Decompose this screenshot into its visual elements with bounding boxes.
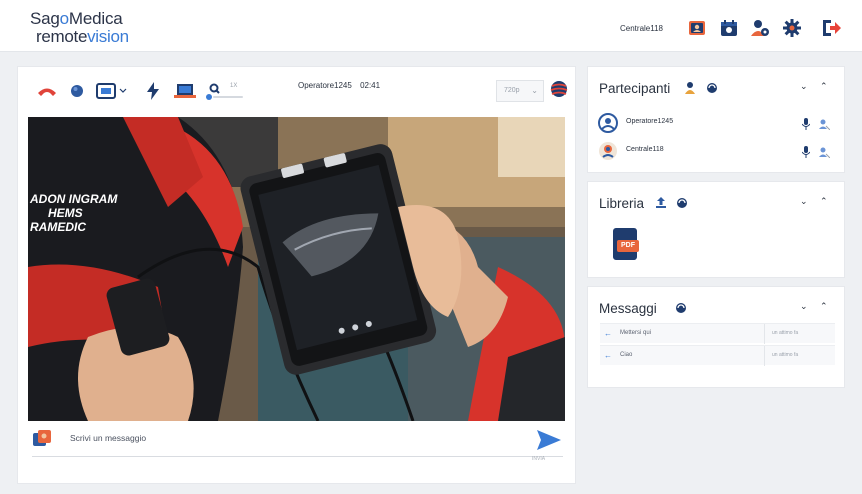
microphone-icon[interactable] bbox=[801, 117, 811, 135]
call-info: Operatore1245 02:41 bbox=[298, 81, 380, 90]
vest-text-2: HEMS bbox=[48, 206, 83, 220]
call-toolbar: 1X Operatore1245 02:41 720p ⌄ bbox=[18, 67, 575, 115]
library-title: Libreria bbox=[599, 196, 645, 211]
profile-card-icon[interactable] bbox=[686, 17, 708, 39]
current-user-label: Centrale118 bbox=[620, 24, 663, 33]
pdf-file-icon[interactable]: PDF bbox=[611, 228, 641, 262]
message-row[interactable]: ← Mettersi qui un attimo fa bbox=[600, 323, 835, 344]
upload-icon[interactable] bbox=[655, 196, 667, 214]
avatar bbox=[32, 429, 52, 449]
call-timer: 02:41 bbox=[360, 81, 381, 90]
refresh-icon[interactable] bbox=[706, 81, 718, 99]
logout-icon[interactable] bbox=[820, 17, 842, 39]
participants-panel: Partecipanti ⌄ ⌃ Operatore1245 Centrale1… bbox=[587, 66, 845, 173]
messages-panel: Messaggi ⌄ ⌃ ← Mettersi qui un attimo fa… bbox=[587, 286, 845, 388]
video-frame-image: ADON INGRAM HEMS RAMEDIC bbox=[28, 117, 565, 421]
screen-share-icon[interactable] bbox=[95, 81, 129, 101]
record-icon[interactable] bbox=[68, 81, 86, 101]
messages-title: Messaggi bbox=[599, 301, 657, 316]
globe-icon[interactable] bbox=[548, 79, 570, 99]
send-icon[interactable] bbox=[536, 429, 562, 451]
participant-row[interactable]: Centrale118 bbox=[598, 141, 834, 161]
flash-icon[interactable] bbox=[145, 81, 161, 101]
refresh-icon[interactable] bbox=[675, 301, 687, 319]
participant-settings-icon[interactable] bbox=[818, 117, 831, 135]
collapse-chevron-icon[interactable]: ⌄ bbox=[800, 81, 808, 92]
expand-chevron-icon[interactable]: ⌃ bbox=[820, 301, 828, 312]
app-logo: SagoMedica remotevision bbox=[30, 9, 129, 46]
participants-title: Partecipanti bbox=[599, 81, 671, 96]
top-bar: SagoMedica remotevision Centrale118 bbox=[0, 0, 862, 52]
gear-icon[interactable] bbox=[781, 17, 803, 39]
quality-select[interactable]: 720p ⌄ bbox=[496, 80, 544, 102]
operator-avatar-icon bbox=[598, 113, 618, 138]
participant-settings-icon[interactable] bbox=[818, 145, 831, 163]
add-participant-icon[interactable] bbox=[684, 81, 698, 100]
collapse-chevron-icon[interactable]: ⌄ bbox=[800, 301, 808, 312]
collapse-chevron-icon[interactable]: ⌄ bbox=[800, 196, 808, 207]
incoming-arrow-icon: ← bbox=[604, 329, 612, 338]
library-panel: Libreria ⌄ ⌃ PDF bbox=[587, 181, 845, 278]
central-avatar-icon bbox=[598, 141, 618, 166]
zoom-control[interactable]: 1X bbox=[204, 81, 250, 101]
calendar-icon[interactable] bbox=[718, 17, 740, 39]
vest-text-3: RAMEDIC bbox=[30, 220, 86, 234]
message-row[interactable]: ← Ciao un attimo fa bbox=[600, 345, 835, 366]
operator-name: Operatore1245 bbox=[298, 81, 352, 90]
hangup-icon[interactable] bbox=[36, 81, 58, 101]
zoom-value: 1X bbox=[230, 83, 238, 89]
video-feed[interactable]: ADON INGRAM HEMS RAMEDIC bbox=[28, 117, 565, 421]
message-input[interactable]: Scrivi un messaggio bbox=[70, 433, 146, 443]
expand-chevron-icon[interactable]: ⌃ bbox=[820, 81, 828, 92]
participant-row[interactable]: Operatore1245 bbox=[598, 113, 834, 133]
laptop-icon[interactable] bbox=[173, 81, 197, 101]
chat-compose: Scrivi un messaggio bbox=[32, 427, 563, 457]
microphone-icon[interactable] bbox=[801, 145, 811, 163]
chevron-down-icon: ⌄ bbox=[531, 86, 538, 95]
send-caption: INVIA bbox=[532, 456, 546, 462]
vest-text-1: ADON INGRAM bbox=[29, 192, 118, 206]
video-call-panel: 1X Operatore1245 02:41 720p ⌄ ADON INGRA… bbox=[17, 66, 576, 484]
pdf-badge: PDF bbox=[621, 242, 635, 249]
incoming-arrow-icon: ← bbox=[604, 351, 612, 360]
refresh-icon[interactable] bbox=[676, 196, 688, 214]
expand-chevron-icon[interactable]: ⌃ bbox=[820, 196, 828, 207]
user-settings-icon[interactable] bbox=[749, 17, 771, 39]
